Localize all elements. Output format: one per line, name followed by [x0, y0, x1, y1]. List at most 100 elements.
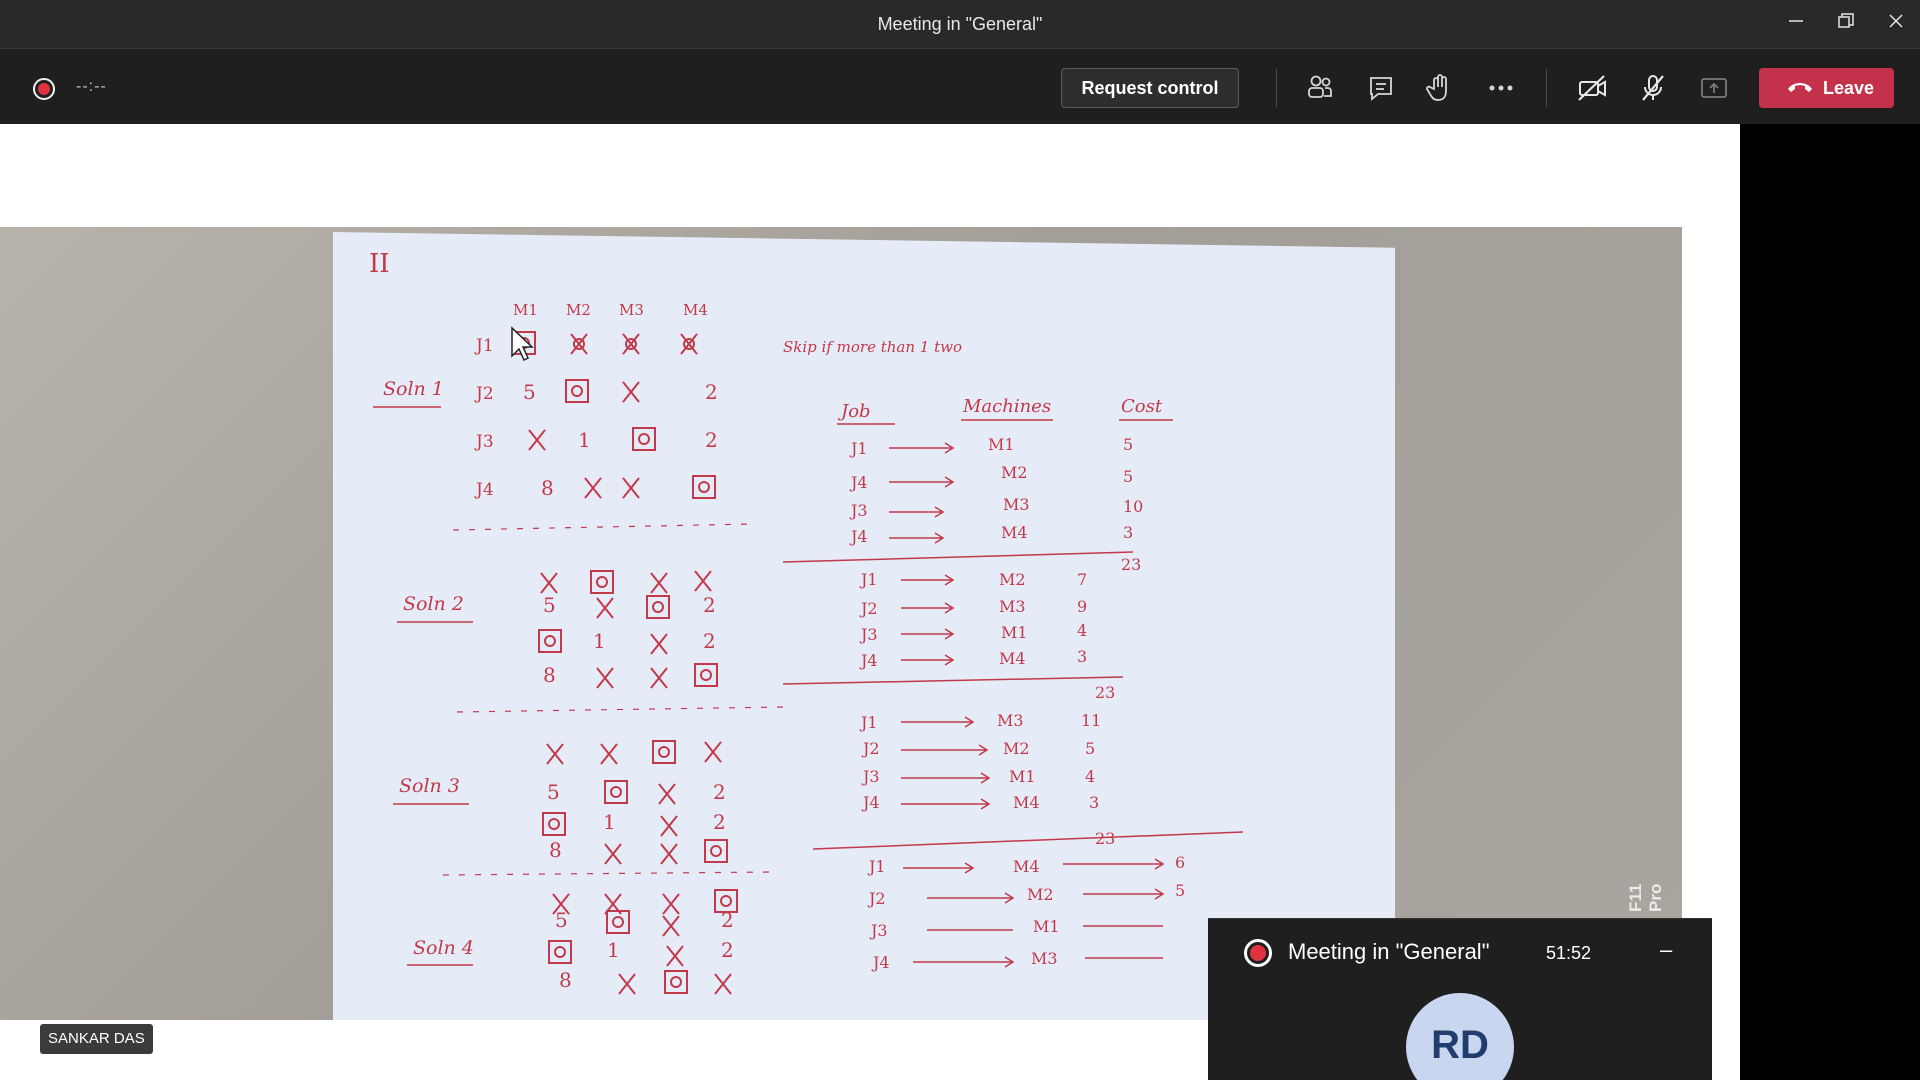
minimize-icon[interactable]: [1778, 8, 1814, 40]
svg-text:2: 2: [703, 629, 716, 653]
svg-text:8: 8: [541, 476, 554, 500]
handwritten-sheet: II M1 M2 M3 M4 J1 J2 J3 J4 5 2 1 2 8 Soln …: [369, 249, 1244, 995]
camera-watermark: F11 Pro: [1626, 883, 1665, 912]
solution-label: Soln 4: [413, 937, 474, 959]
svg-text:2: 2: [705, 428, 718, 452]
svg-text:6: 6: [1175, 853, 1185, 872]
avatar: RD: [1406, 993, 1514, 1080]
svg-text:2: 2: [721, 938, 734, 962]
solution-label: Soln 2: [403, 593, 464, 615]
row-label: J4: [474, 480, 494, 500]
svg-text:J4: J4: [859, 651, 878, 670]
svg-text:M1: M1: [1001, 623, 1028, 642]
col-header: M4: [683, 301, 708, 319]
assignment-rows: J1 M1 5 J4M2 5 J3 M3 10 J4 M4 3 23 J1 M2 7 J2 M3 9 …: [849, 435, 1185, 972]
meeting-timer: --:--: [76, 78, 107, 95]
svg-text:J2: J2: [859, 599, 878, 618]
svg-text:5: 5: [1175, 881, 1185, 900]
svg-text:M2: M2: [1003, 739, 1030, 758]
camera-off-icon[interactable]: [1574, 71, 1610, 105]
svg-text:M4: M4: [999, 649, 1026, 668]
svg-text:7: 7: [1077, 570, 1087, 589]
more-icon[interactable]: [1483, 71, 1519, 105]
svg-text:J4: J4: [861, 793, 880, 812]
svg-text:J1: J1: [859, 713, 878, 732]
row-label: J1: [474, 336, 494, 356]
svg-text:10: 10: [1123, 497, 1143, 516]
svg-text:J2: J2: [861, 739, 880, 758]
solution-label: Soln 1: [383, 378, 444, 400]
col-header: M1: [513, 301, 538, 319]
mini-window-title: Meeting in "General": [1288, 939, 1490, 964]
svg-text:1: 1: [578, 428, 591, 452]
svg-text:J3: J3: [869, 921, 888, 940]
svg-text:5: 5: [523, 380, 536, 404]
col-header: M3: [619, 301, 644, 319]
close-icon[interactable]: [1878, 8, 1914, 40]
share-tray-icon[interactable]: [1696, 71, 1732, 105]
side-gutter: [1740, 124, 1920, 1080]
window-title: Meeting in "General": [877, 14, 1043, 34]
svg-text:J2: J2: [867, 889, 886, 908]
svg-text:J1: J1: [867, 857, 886, 876]
svg-text:11: 11: [1081, 711, 1101, 730]
svg-text:23: 23: [1095, 829, 1115, 848]
table-header: Job: [837, 401, 871, 422]
svg-text:M2: M2: [1001, 463, 1028, 482]
svg-text:1: 1: [603, 810, 616, 834]
svg-text:M3: M3: [1003, 495, 1030, 514]
toolbar-divider: [1546, 69, 1547, 107]
chat-icon[interactable]: [1363, 71, 1399, 105]
row-label: J2: [474, 384, 494, 404]
leave-button[interactable]: Leave: [1759, 68, 1894, 108]
svg-text:2: 2: [713, 810, 726, 834]
meeting-toolbar: --:-- Request control Leave: [0, 48, 1920, 124]
mic-off-icon[interactable]: [1635, 71, 1671, 105]
svg-text:3: 3: [1123, 523, 1133, 542]
svg-text:3: 3: [1077, 647, 1087, 666]
mini-window-time: 51:52: [1546, 943, 1592, 963]
hang-up-icon: [1788, 83, 1812, 92]
svg-text:J1: J1: [849, 439, 868, 458]
meeting-mini-window[interactable]: Meeting in "General" 51:52 – RD: [1208, 918, 1712, 1080]
participant-video[interactable]: II M1 M2 M3 M4 J1 J2 J3 J4 5 2 1 2 8 Soln …: [0, 227, 1682, 1020]
svg-text:2: 2: [705, 380, 718, 404]
svg-text:8: 8: [549, 838, 562, 862]
svg-text:23: 23: [1121, 555, 1141, 574]
svg-text:M4: M4: [1001, 523, 1028, 542]
raise-hand-icon[interactable]: [1422, 71, 1458, 105]
svg-text:M3: M3: [999, 597, 1026, 616]
svg-text:J1: J1: [859, 570, 878, 589]
svg-text:5: 5: [547, 780, 560, 804]
svg-text:8: 8: [543, 663, 556, 687]
svg-text:5: 5: [1123, 435, 1133, 454]
svg-text:8: 8: [559, 968, 572, 992]
row-label: J3: [474, 432, 494, 452]
request-control-button[interactable]: Request control: [1061, 68, 1239, 108]
svg-text:J3: J3: [849, 501, 868, 520]
svg-text:M1: M1: [1009, 767, 1036, 786]
svg-text:5: 5: [543, 593, 556, 617]
svg-text:23: 23: [1095, 683, 1115, 702]
sheet-heading: II: [369, 249, 390, 279]
sheet-note: Skip if more than 1 two: [783, 338, 962, 356]
minimize-icon[interactable]: –: [1660, 937, 1682, 962]
table-header: Machines: [962, 396, 1051, 417]
svg-text:1: 1: [607, 938, 620, 962]
title-bar: Meeting in "General": [0, 0, 1920, 48]
svg-text:2: 2: [703, 593, 716, 617]
leave-label: Leave: [1823, 78, 1875, 98]
svg-text:M3: M3: [997, 711, 1024, 730]
svg-text:J4: J4: [871, 953, 890, 972]
svg-text:M1: M1: [988, 435, 1015, 454]
svg-text:M1: M1: [1033, 917, 1060, 936]
svg-text:5: 5: [1123, 467, 1133, 486]
people-icon[interactable]: [1302, 71, 1338, 105]
svg-text:M4: M4: [1013, 793, 1040, 812]
participant-name-tag: SANKAR DAS: [40, 1024, 153, 1054]
svg-text:4: 4: [1085, 767, 1095, 786]
restore-icon[interactable]: [1828, 8, 1864, 40]
svg-text:3: 3: [1089, 793, 1099, 812]
svg-text:9: 9: [1077, 597, 1087, 616]
mouse-cursor-icon: [511, 326, 534, 362]
